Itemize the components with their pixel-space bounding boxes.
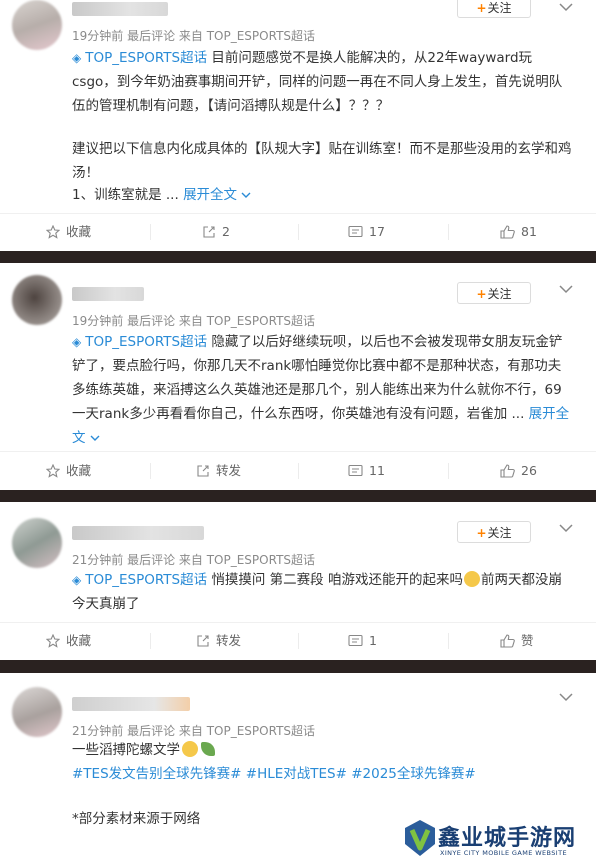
comment-icon: [348, 634, 363, 647]
supertopic-icon: ◈: [72, 51, 82, 65]
comment-icon: [348, 464, 363, 477]
star-icon: [45, 463, 61, 478]
post-text: ◈ TOP_ESPORTS超话 隐藏了以后好继续玩呗，以后也不会被发现带女朋友玩金…: [72, 334, 570, 446]
comment-button[interactable]: 11: [348, 451, 385, 491]
username[interactable]: [72, 2, 168, 16]
supertopic-icon: ◈: [72, 335, 82, 349]
supertopic-link[interactable]: TOP_ESPORTS超话: [85, 334, 207, 350]
divider: [150, 224, 151, 240]
repost-icon: [197, 635, 209, 647]
follow-button[interactable]: +关注: [457, 282, 531, 304]
favorite-button[interactable]: 收藏: [45, 621, 91, 661]
divider: [150, 463, 151, 479]
divider: [298, 463, 299, 479]
star-icon: [45, 633, 61, 648]
divider: [298, 633, 299, 649]
chevron-down-icon[interactable]: [559, 523, 573, 533]
comment-button[interactable]: 1: [348, 621, 377, 661]
post-meta: 19分钟前 最后评论 来自 TOP_ESPORTS超话: [72, 29, 316, 43]
chevron-down-icon[interactable]: [559, 284, 573, 294]
comment-icon: [348, 225, 363, 238]
like-button[interactable]: 81: [500, 212, 537, 252]
repost-icon: [197, 465, 209, 477]
repost-button[interactable]: 转发: [196, 621, 241, 661]
repost-button[interactable]: 2: [202, 212, 230, 252]
divider: [298, 224, 299, 240]
thumbs-up-icon: [500, 225, 515, 239]
chevron-down-icon: [90, 435, 100, 441]
action-bar: 收藏 转发 11 26: [0, 451, 596, 491]
post-card: 21分钟前 最后评论 来自 TOP_ESPORTS超话 +关注 ◈ TOP_ESP…: [0, 502, 596, 660]
post-text: ◈ TOP_ESPORTS超话 悄摸摸问 第二赛段 咱游戏还能开的起来吗 前两天都没…: [72, 571, 562, 612]
favorite-button[interactable]: 收藏: [45, 212, 91, 252]
avatar[interactable]: [12, 687, 62, 737]
expand-link[interactable]: 展开全文: [183, 187, 251, 203]
favorite-button[interactable]: 收藏: [45, 451, 91, 491]
watermark-title: 鑫业城手游网: [438, 826, 577, 851]
divider: [448, 463, 449, 479]
chevron-down-icon[interactable]: [559, 692, 573, 702]
post-meta: 19分钟前 最后评论 来自 TOP_ESPORTS超话: [72, 314, 316, 328]
divider: [150, 633, 151, 649]
avatar[interactable]: [12, 275, 62, 325]
star-icon: [45, 224, 61, 239]
post-text-3: 1、训练室就是 ... 展开全文: [72, 183, 572, 207]
post-meta: 21分钟前 最后评论 来自 TOP_ESPORTS超话: [72, 553, 316, 567]
watermark-subtitle: XINYE CITY MOBILE GAME WEBSITE: [440, 849, 567, 857]
username[interactable]: [72, 526, 204, 540]
post-card: 19分钟前 最后评论 来自 TOP_ESPORTS超话 +关注 ◈ TOP_ESP…: [0, 263, 596, 490]
username[interactable]: [72, 697, 190, 711]
action-bar: 收藏 2 17 81: [0, 212, 596, 252]
action-bar: 收藏 转发 1 赞: [0, 621, 596, 661]
chevron-down-icon[interactable]: [559, 2, 573, 12]
follow-button[interactable]: +关注: [457, 521, 531, 543]
avatar[interactable]: [12, 518, 62, 568]
plus-icon: +: [476, 287, 487, 301]
like-button[interactable]: 26: [500, 451, 537, 491]
repost-button[interactable]: 转发: [196, 451, 241, 491]
chevron-down-icon: [241, 192, 251, 198]
post-card: 19分钟前 最后评论 来自 TOP_ESPORTS超话 +关注 ◈ TOP_ESP…: [0, 0, 596, 251]
post-text-2: 建议把以下信息内化成具体的【队规大字】贴在训练室！而不是那些没用的玄学和鸡汤！: [72, 141, 572, 181]
site-logo-icon: [405, 820, 435, 856]
thumbs-up-icon: [500, 634, 515, 648]
post-meta: 21分钟前 最后评论 来自 TOP_ESPORTS超话: [72, 724, 316, 738]
plus-icon: +: [476, 526, 487, 540]
plant-emoji-icon: [201, 742, 215, 756]
supertopic-link[interactable]: TOP_ESPORTS超话: [85, 50, 207, 66]
crying-emoji-icon: [463, 571, 480, 587]
follow-button[interactable]: +关注: [457, 0, 531, 18]
like-button[interactable]: 赞: [500, 621, 534, 661]
thumbs-up-icon: [500, 464, 515, 478]
avatar[interactable]: [12, 0, 62, 50]
supertopic-icon: ◈: [72, 573, 82, 587]
post-text: 一些滔搏陀螺文学: [72, 738, 572, 762]
repost-icon: [203, 226, 215, 238]
plus-icon: +: [476, 1, 487, 15]
post-text: ◈ TOP_ESPORTS超话 目前问题感觉不是换人能解决的，从22年waywar…: [72, 50, 563, 114]
supertopic-link[interactable]: TOP_ESPORTS超话: [85, 572, 207, 588]
site-watermark: 鑫业城手游网 XINYE CITY MOBILE GAME WEBSITE: [402, 816, 592, 862]
username[interactable]: [72, 287, 144, 301]
divider: [448, 633, 449, 649]
smile-emoji-icon: [182, 741, 198, 757]
divider: [448, 224, 449, 240]
comment-button[interactable]: 17: [348, 212, 385, 252]
hashtag-list[interactable]: #TES发文告别全球先锋赛# #HLE对战TES# #2025全球先锋赛#: [72, 762, 572, 786]
